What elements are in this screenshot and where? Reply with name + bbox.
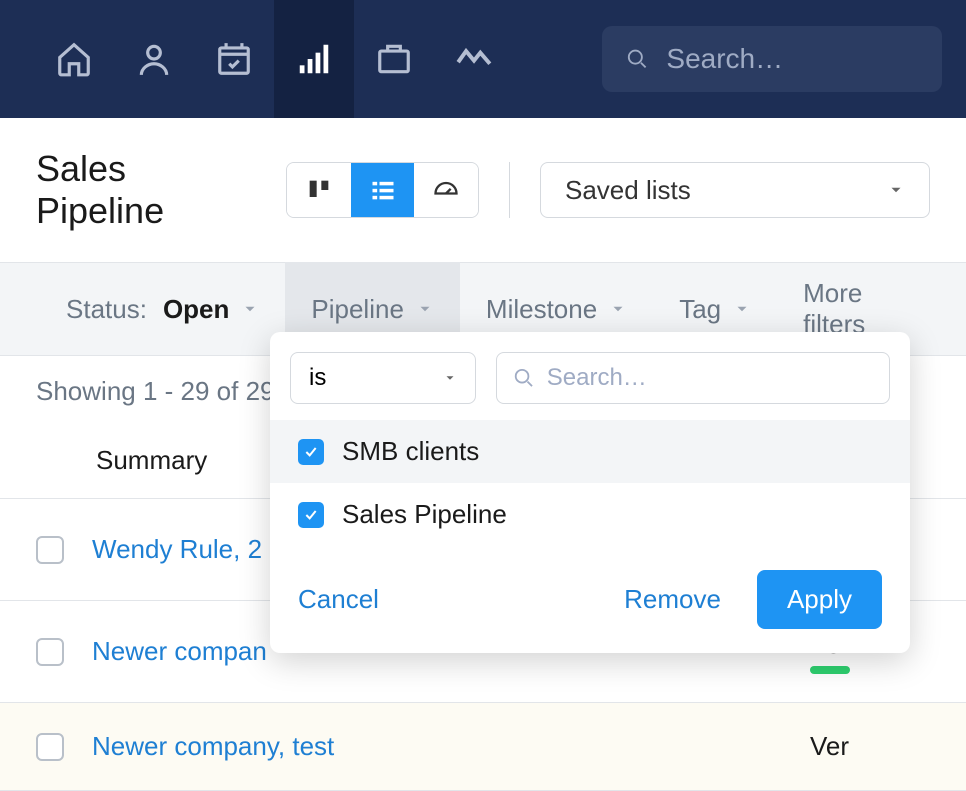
view-list-button[interactable]: [351, 163, 415, 217]
pipeline-icon[interactable]: [274, 0, 354, 118]
row-milestone: Ver: [810, 731, 930, 762]
divider: [509, 162, 510, 218]
filter-status-label: Status:: [66, 294, 147, 325]
popover-options: SMB clients Sales Pipeline: [270, 420, 910, 546]
saved-lists-label: Saved lists: [565, 175, 691, 206]
chevron-down-icon: [609, 300, 627, 318]
home-icon[interactable]: [34, 0, 114, 118]
chevron-down-icon: [416, 300, 434, 318]
row-checkbox[interactable]: [36, 536, 64, 564]
search-icon: [513, 366, 535, 390]
filter-status[interactable]: Status: Open: [40, 262, 285, 356]
filter-milestone-label: Milestone: [486, 294, 597, 325]
view-dashboard-button[interactable]: [414, 163, 478, 217]
top-nav: [0, 0, 966, 118]
search-input[interactable]: [666, 43, 918, 75]
popover-actions: Cancel Remove Apply: [270, 546, 910, 653]
popover-option[interactable]: Sales Pipeline: [270, 483, 910, 546]
operator-select[interactable]: is: [290, 352, 476, 404]
filter-tag-label: Tag: [679, 294, 721, 325]
chevron-down-icon: [887, 181, 905, 199]
popover-search[interactable]: [496, 352, 890, 404]
option-label: SMB clients: [342, 436, 479, 467]
operator-value: is: [309, 364, 326, 392]
pipeline-filter-popover: is SMB clients Sales Pipeline Cancel Rem…: [270, 332, 910, 653]
check-icon: [303, 507, 319, 523]
option-label: Sales Pipeline: [342, 499, 507, 530]
table-row[interactable]: Newer company, test Ver: [0, 703, 966, 791]
milestone-bar: [810, 666, 850, 674]
chevron-down-icon: [241, 300, 259, 318]
apply-button[interactable]: Apply: [757, 570, 882, 629]
check-icon: [303, 444, 319, 460]
row-checkbox[interactable]: [36, 638, 64, 666]
view-toggle: [286, 162, 479, 218]
filter-more-label: More filters: [803, 278, 900, 340]
checkbox-checked[interactable]: [298, 439, 324, 465]
chevron-down-icon: [443, 371, 457, 385]
person-icon[interactable]: [114, 0, 194, 118]
chevron-down-icon: [733, 300, 751, 318]
row-milestone-cell: Ver: [810, 731, 930, 762]
search-icon: [626, 46, 648, 72]
row-checkbox[interactable]: [36, 733, 64, 761]
global-search[interactable]: [602, 26, 942, 92]
cancel-button[interactable]: Cancel: [298, 584, 379, 615]
saved-lists-select[interactable]: Saved lists: [540, 162, 930, 218]
row-summary[interactable]: Newer company, test: [92, 731, 810, 762]
list-icon: [369, 176, 397, 204]
checkbox-checked[interactable]: [298, 502, 324, 528]
remove-button[interactable]: Remove: [624, 584, 721, 615]
calendar-icon[interactable]: [194, 0, 274, 118]
board-icon: [305, 176, 333, 204]
page-title: Sales Pipeline: [36, 148, 256, 232]
filter-status-value: Open: [163, 294, 229, 325]
gauge-icon: [432, 176, 460, 204]
activity-icon[interactable]: [434, 0, 514, 118]
popover-option[interactable]: SMB clients: [270, 420, 910, 483]
view-board-button[interactable]: [287, 163, 351, 217]
popover-search-input[interactable]: [547, 364, 873, 392]
briefcase-icon[interactable]: [354, 0, 434, 118]
page-header: Sales Pipeline Saved lists: [0, 118, 966, 262]
filter-pipeline-label: Pipeline: [311, 294, 404, 325]
